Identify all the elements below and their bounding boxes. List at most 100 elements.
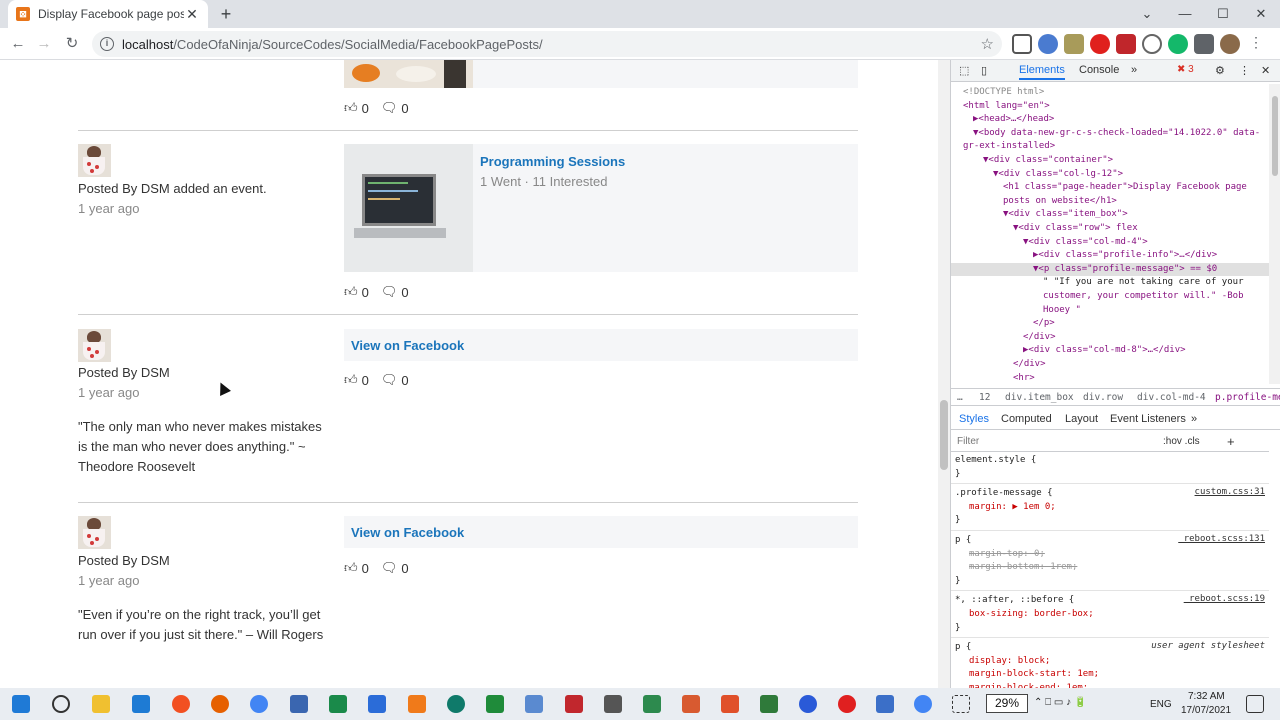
info-icon[interactable]: i [100, 37, 114, 51]
notifications-icon[interactable] [1246, 695, 1264, 713]
extension-icon[interactable] [1116, 34, 1136, 54]
dom-node[interactable]: ▶<div class="profile-info">…</div> [1033, 249, 1217, 263]
thumbs-up-icon[interactable]: 👍︎ [344, 284, 358, 300]
dom-node[interactable]: ▼<body data-new-gr-c-s-check-loaded="14.… [973, 127, 1260, 141]
clock-time[interactable]: 7:32 AM [1188, 691, 1225, 702]
firefox-icon[interactable] [211, 695, 229, 713]
app-icon[interactable] [682, 695, 700, 713]
app-icon[interactable] [643, 695, 661, 713]
css-source-link[interactable]: custom.css:31 [1195, 487, 1265, 497]
app-icon[interactable] [604, 695, 622, 713]
tab-computed[interactable]: Computed [1001, 413, 1052, 425]
app-icon[interactable] [329, 695, 347, 713]
css-selector[interactable]: } [955, 575, 960, 589]
edge-icon[interactable] [447, 695, 465, 713]
extension-icon[interactable] [1064, 34, 1084, 54]
comment-icon[interactable]: 🗨︎ [381, 560, 398, 576]
excel-icon[interactable] [486, 695, 504, 713]
inspect-icon[interactable]: ⬚ [959, 64, 969, 77]
dom-node[interactable]: ▶<head>…</head> [973, 113, 1054, 127]
xampp-icon[interactable] [408, 695, 426, 713]
filezilla-icon[interactable] [565, 695, 583, 713]
minimize-icon[interactable]: — [1166, 0, 1204, 28]
add-rule-icon[interactable]: + [1227, 434, 1235, 449]
comment-icon[interactable]: 🗨︎ [381, 100, 398, 116]
windows-start-icon[interactable] [12, 695, 30, 713]
settings-gear-icon[interactable]: ⚙ [1215, 64, 1225, 77]
css-selector[interactable]: p { [955, 534, 971, 548]
dom-node[interactable]: </p> [1033, 317, 1055, 331]
dom-node[interactable]: posts on website</h1> [1003, 195, 1117, 209]
view-on-facebook-link[interactable]: View on Facebook [351, 338, 464, 353]
breadcrumb-item[interactable]: p.profile-message [1215, 392, 1280, 403]
food-image[interactable] [344, 60, 473, 88]
breadcrumb-item[interactable]: … [957, 392, 963, 403]
file-explorer-icon[interactable] [92, 695, 110, 713]
maximize-icon[interactable]: ☐ [1204, 0, 1242, 28]
css-selector[interactable]: } [955, 622, 960, 636]
breadcrumb-item[interactable]: div.item_box [1005, 392, 1074, 403]
extension-icon[interactable] [1090, 34, 1110, 54]
app-icon[interactable] [721, 695, 739, 713]
dom-node[interactable]: ▼<div class="col-md-4"> [1023, 236, 1148, 250]
profile-avatar[interactable] [1220, 34, 1240, 54]
filter-input[interactable]: Filter [957, 436, 979, 447]
dom-scrollbar[interactable] [1269, 84, 1280, 384]
device-toggle-icon[interactable]: ▯ [981, 64, 987, 77]
more-style-tabs-icon[interactable]: » [1191, 413, 1197, 425]
close-window-icon[interactable]: ✕ [1242, 0, 1280, 28]
dom-node[interactable]: <h1 class="page-header">Display Facebook… [1003, 181, 1247, 195]
dom-node[interactable]: ▼<div class="container"> [983, 154, 1113, 168]
tab-styles[interactable]: Styles [959, 413, 989, 425]
clock-date[interactable]: 17/07/2021 [1181, 705, 1231, 716]
css-property[interactable]: display: block; [969, 655, 1050, 669]
tab-layout[interactable]: Layout [1065, 413, 1098, 425]
thumbs-up-icon[interactable]: 👍︎ [344, 372, 358, 388]
grammarly-icon[interactable] [1168, 34, 1188, 54]
avatar[interactable] [78, 144, 111, 177]
dom-node[interactable]: Hooey " [1043, 304, 1081, 318]
tab-search-icon[interactable]: ⌄ [1128, 0, 1166, 28]
css-property[interactable]: margin-block-start: 1em; [969, 668, 1099, 682]
view-on-facebook-link[interactable]: View on Facebook [351, 525, 464, 540]
app-icon[interactable] [172, 695, 190, 713]
extension-icon[interactable] [1142, 34, 1162, 54]
breadcrumb-item[interactable]: div.row [1083, 392, 1123, 403]
vscode-icon[interactable] [132, 695, 150, 713]
css-selector[interactable]: p { [955, 641, 971, 655]
dom-node[interactable]: <hr> [1013, 372, 1035, 384]
dom-node[interactable]: </div> [1023, 331, 1056, 345]
more-tabs-icon[interactable]: » [1131, 64, 1137, 76]
devtools-close-icon[interactable]: ✕ [1261, 64, 1270, 77]
snip-icon[interactable] [952, 695, 970, 713]
dom-node[interactable]: ▼<div class="col-lg-12"> [993, 168, 1123, 182]
breadcrumb-item[interactable]: 12 [979, 392, 990, 403]
dom-node[interactable]: " "If you are not taking care of your [1043, 276, 1243, 290]
css-source-link[interactable]: _reboot.scss:19 [1184, 594, 1265, 604]
css-source-link[interactable]: user agent stylesheet [1151, 641, 1265, 651]
dom-node[interactable]: gr-ext-installed> [963, 140, 1055, 154]
thumbs-up-icon[interactable]: 👍︎ [344, 560, 358, 576]
thumbs-up-icon[interactable]: 👍︎ [344, 100, 358, 116]
tab-elements[interactable]: Elements [1019, 64, 1065, 80]
css-selector[interactable]: } [955, 468, 960, 482]
styles-filter[interactable]: Filter :hov .cls + [951, 432, 1269, 452]
devtools-menu-icon[interactable]: ⋮ [1239, 64, 1250, 77]
extension-icon[interactable] [1038, 34, 1058, 54]
tab-close-icon[interactable]: ✕ [184, 6, 200, 23]
app-icon[interactable] [876, 695, 894, 713]
forward-icon[interactable]: → [34, 34, 54, 54]
css-source-link[interactable]: _reboot.scss:131 [1178, 534, 1265, 544]
comment-icon[interactable]: 🗨︎ [381, 284, 398, 300]
css-property[interactable]: box-sizing: border-box; [969, 608, 1094, 622]
css-property[interactable]: margin-bottom: 1rem; [969, 561, 1077, 575]
back-icon[interactable]: ← [8, 34, 28, 54]
avatar[interactable] [78, 329, 111, 362]
dom-node[interactable]: <html lang="en"> [963, 100, 1050, 114]
css-selector[interactable]: .profile-message { [955, 487, 1053, 501]
app-icon[interactable] [368, 695, 386, 713]
tray-icons[interactable]: ⌃ ⎕ ▭ ♪ 🔋 [1034, 697, 1086, 708]
breadcrumb-item[interactable]: div.col-md-4 [1137, 392, 1206, 403]
tab-console[interactable]: Console [1079, 64, 1119, 76]
menu-kebab-icon[interactable]: ⋮ [1246, 34, 1266, 54]
